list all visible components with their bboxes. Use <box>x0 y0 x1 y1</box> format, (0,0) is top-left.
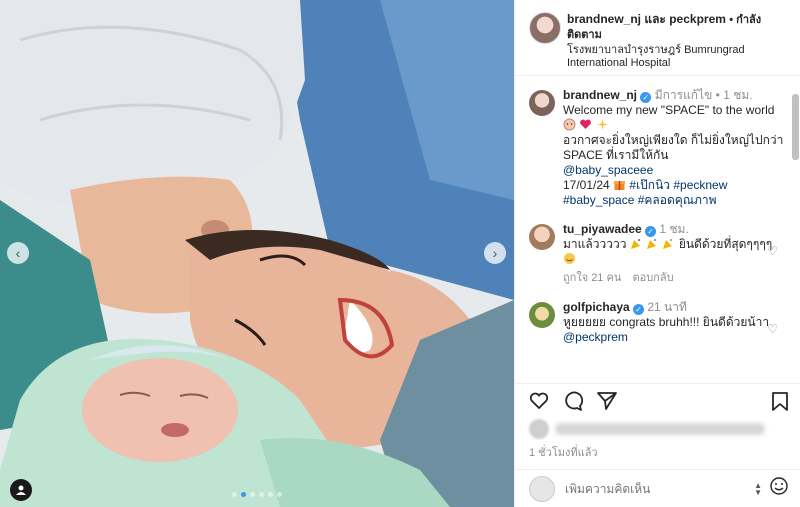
share-button[interactable] <box>597 391 617 410</box>
comment-text: หูยยยยย congrats bruhh!!! ยินดีด้วยน้าา <box>563 315 770 329</box>
caption-username[interactable]: brandnew_nj <box>563 88 637 102</box>
heart-icon <box>529 392 549 409</box>
comment-time[interactable]: 21 นาที <box>647 300 687 314</box>
header-username[interactable]: brandnew_nj และ peckprem <box>567 12 726 26</box>
mention-link[interactable]: @peckprem <box>563 330 628 344</box>
post-photo: ‹ › <box>0 0 514 507</box>
photo-illustration <box>0 0 514 507</box>
comment-text: มาแล้ววววว <box>563 237 627 251</box>
comment-button[interactable] <box>563 391 583 411</box>
verified-icon: ✓ <box>640 92 652 103</box>
hashtag-link[interactable]: #baby_space <box>563 193 634 207</box>
liked-by-blurred-text <box>555 423 765 435</box>
carousel-dot <box>250 492 255 497</box>
hashtag-link[interactable]: #เป๊กนิว <box>629 178 670 192</box>
liked-by-avatar <box>529 419 549 439</box>
comment-icon <box>565 391 583 411</box>
party-popper-icon <box>630 239 640 249</box>
comment-likes[interactable]: ถูกใจ 21 คน <box>563 272 621 284</box>
user-tag-button[interactable] <box>10 479 32 501</box>
comment: golfpichaya ✓ 21 นาที หูยยยยย congrats b… <box>529 300 790 345</box>
post-header: brandnew_nj และ peckprem • กำลังติดตาม โ… <box>515 0 800 76</box>
carousel-dot <box>277 492 282 497</box>
avatar[interactable] <box>529 12 561 44</box>
caption-line2: อวกาศจะยิ่งใหญ่เพียงใด ก็ไม่ยิ่งใหญ่ไปกว… <box>563 133 784 162</box>
carousel-dot <box>268 492 273 497</box>
avatar[interactable] <box>529 302 555 328</box>
comment-username[interactable]: golfpichaya <box>563 300 630 314</box>
liked-by-summary[interactable] <box>515 417 800 441</box>
emoji-button[interactable] <box>770 477 788 500</box>
baby-emoji-icon <box>563 118 576 131</box>
like-button[interactable] <box>529 392 549 410</box>
gift-emoji-icon <box>614 181 626 190</box>
chevron-updown-icon[interactable]: ▲ ▼ <box>754 481 762 496</box>
comment-text: ยินดีด้วยที่สุดๆๆๆๆ <box>678 237 773 251</box>
caption-time[interactable]: 1 ชม. <box>723 88 752 102</box>
avatar[interactable] <box>529 90 555 116</box>
post-actions <box>515 383 800 417</box>
edited-label: มีการแก้ไข <box>654 88 713 102</box>
add-comment-bar: ▲▼ <box>515 469 800 507</box>
post-side-panel: brandnew_nj และ peckprem • กำลังติดตาม โ… <box>514 0 800 507</box>
hashtag-link[interactable]: #คลอดคุณภาพ <box>638 193 717 207</box>
comment-username[interactable]: tu_piyawadee <box>563 222 642 236</box>
comments-list: brandnew_nj ✓ มีการแก้ไข • 1 ชม. Welcome… <box>515 76 800 383</box>
emoji-icon <box>770 477 788 495</box>
previous-photo-button[interactable]: ‹ <box>7 242 29 264</box>
like-comment-heart-icon[interactable]: ♡ <box>767 244 778 258</box>
smiling-face-icon <box>564 253 575 264</box>
red-heart-icon <box>580 119 592 129</box>
verified-icon: ✓ <box>645 226 657 237</box>
caption-line1: Welcome my new "SPACE" to the world <box>563 103 775 117</box>
comment: tu_piyawadee ✓ 1 ชม. มาแล้ววววว ยินดีด้ว… <box>529 222 790 286</box>
user-tag-icon <box>16 485 26 495</box>
party-popper-icon <box>647 239 657 249</box>
location-link[interactable]: โรงพยาบาลบำรุงราษฎร์ Bumrungrad Internat… <box>567 44 790 70</box>
sparkles-icon <box>596 119 608 130</box>
party-popper-icon <box>663 239 673 249</box>
reply-button[interactable]: ตอบกลับ <box>632 272 673 284</box>
carousel-dots <box>232 492 282 497</box>
post-modal: ‹ › brandnew_nj และ peckprem • กำลังติดต… <box>0 0 800 507</box>
caption-date: 17/01/24 <box>563 178 610 192</box>
like-comment-heart-icon[interactable]: ♡ <box>767 322 778 336</box>
comment-input[interactable] <box>565 481 745 496</box>
comment-time[interactable]: 1 ชม. <box>659 222 688 236</box>
carousel-dot <box>259 492 264 497</box>
avatar[interactable] <box>529 224 555 250</box>
carousel-dot <box>232 492 237 497</box>
carousel-dot-active <box>241 492 246 497</box>
save-icon <box>772 392 788 411</box>
avatar <box>529 475 555 502</box>
verified-icon: ✓ <box>633 304 645 315</box>
mention-link[interactable]: @baby_spaceee <box>563 163 653 177</box>
post-timestamp[interactable]: 1 ชั่วโมงที่แล้ว <box>515 441 800 469</box>
share-icon <box>597 391 617 410</box>
scrollbar[interactable] <box>792 94 799 160</box>
save-button[interactable] <box>772 392 788 416</box>
hashtag-link[interactable]: #pecknew <box>673 178 727 192</box>
caption: brandnew_nj ✓ มีการแก้ไข • 1 ชม. Welcome… <box>529 88 790 208</box>
next-photo-button[interactable]: › <box>484 242 506 264</box>
